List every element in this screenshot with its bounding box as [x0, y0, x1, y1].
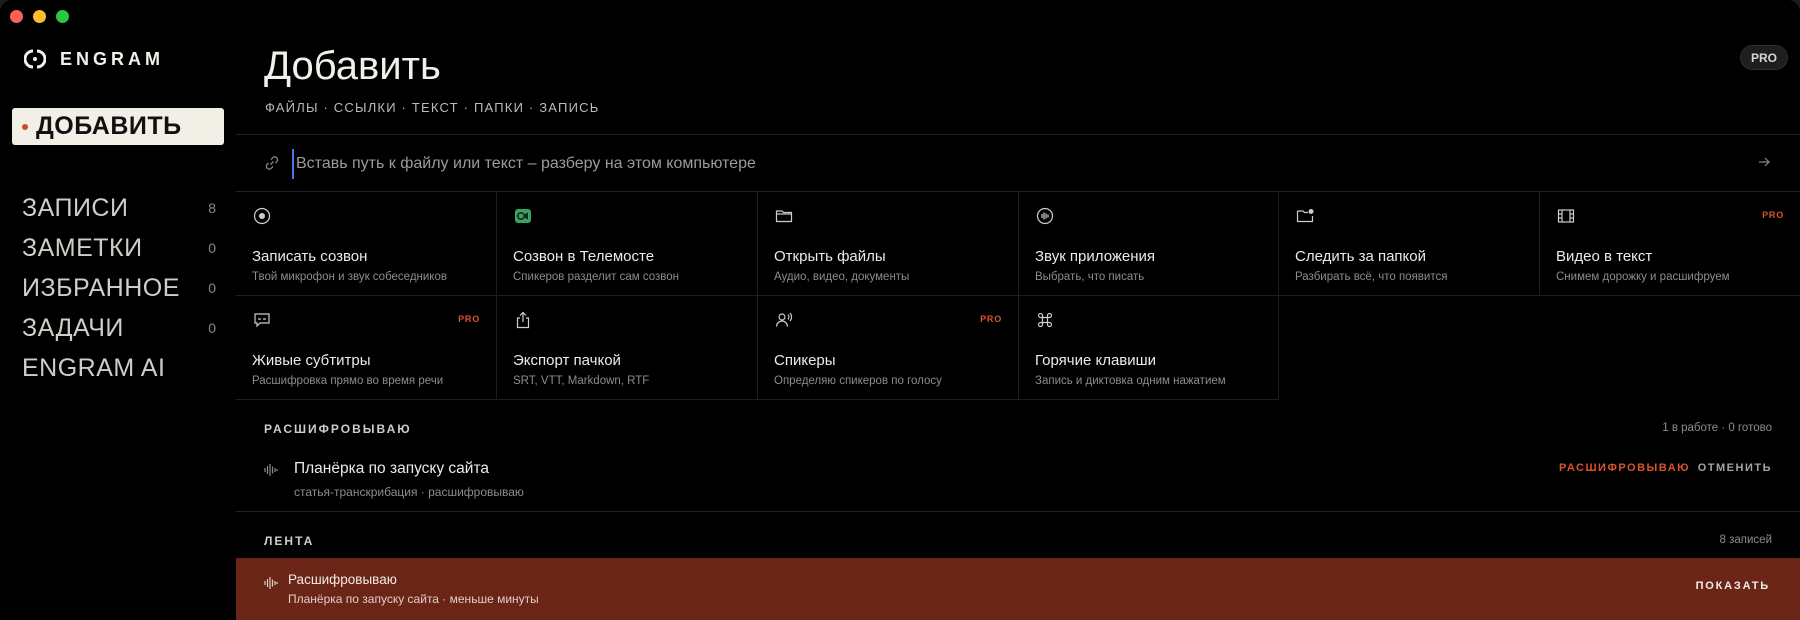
export-icon — [516, 311, 530, 329]
sidebar-item-count: 0 — [208, 280, 216, 296]
path-or-text-input[interactable] — [292, 149, 1712, 179]
toast-subtitle: Планёрка по запуску сайта · меньше минут… — [288, 592, 539, 606]
action-title: Экспорт пачкой — [513, 352, 621, 369]
action-description: SRT, VTT, Markdown, RTF — [513, 375, 650, 387]
feed-section-meta: 8 записей — [1719, 534, 1772, 546]
sidebar: ENGRAM ДОБАВИТЬ ЗАПИСИ 8 ЗАМЕТКИ 0 ИЗБРА… — [0, 0, 236, 620]
sidebar-item-tasks[interactable]: ЗАДАЧИ 0 — [22, 308, 216, 348]
job-status: РАСШИФРОВЫВАЮ — [1559, 462, 1690, 474]
sidebar-item-count: 8 — [208, 200, 216, 216]
film-icon — [1557, 209, 1575, 223]
folder-icon — [775, 210, 793, 223]
submit-arrow-icon[interactable] — [1756, 154, 1772, 170]
cancel-button[interactable]: ОТМЕНИТЬ — [1698, 462, 1772, 474]
action-title: Записать созвон — [252, 248, 368, 265]
command-icon — [1037, 312, 1053, 328]
sidebar-item-label: ЗАПИСИ — [22, 193, 129, 222]
sidebar-item-records[interactable]: ЗАПИСИ 8 — [22, 188, 216, 228]
transcribing-job[interactable]: Планёрка по запуску сайта статья-транскр… — [236, 448, 1800, 510]
sidebar-item-favorites[interactable]: ИЗБРАННОЕ 0 — [22, 268, 216, 308]
input-bar — [236, 135, 1800, 191]
action-title: Горячие клавиши — [1035, 352, 1157, 369]
action-card-live-subtitles[interactable]: PRO Живые субтитры Расшифровка прямо во … — [236, 296, 497, 400]
waveform-icon — [264, 464, 278, 476]
telemost-icon — [515, 209, 531, 223]
pro-label: PRO — [458, 314, 480, 324]
action-card-video-to-text[interactable]: PRO Видео в текст Снимем дорожку и расши… — [1540, 192, 1800, 296]
subtitles-icon — [254, 313, 270, 328]
action-description: Аудио, видео, документы — [774, 271, 910, 283]
action-card-open-files[interactable]: Открыть файлы Аудио, видео, документы — [758, 192, 1019, 296]
link-icon — [265, 156, 279, 170]
job-subtitle: статья-транскрибация · расшифровываю — [294, 485, 524, 499]
pro-badge[interactable]: PRO — [1740, 45, 1788, 70]
action-card-record-call[interactable]: Записать созвон Твой микрофон и звук соб… — [236, 192, 497, 296]
action-card-telemost-call[interactable]: Созвон в Телемосте Спикеров разделит сам… — [497, 192, 758, 296]
show-button[interactable]: ПОКАЗАТЬ — [1696, 580, 1770, 592]
transcribing-section-meta: 1 в работе · 0 готово — [1662, 422, 1772, 434]
sidebar-item-count: 0 — [208, 320, 216, 336]
action-title: Звук приложения — [1035, 248, 1156, 265]
sidebar-item-count: 0 — [208, 240, 216, 256]
action-card-watch-folder[interactable]: Следить за папкой Разбирать всё, что поя… — [1279, 192, 1540, 296]
brand-name: ENGRAM — [60, 48, 164, 69]
action-title: Видео в текст — [1556, 248, 1653, 265]
action-title: Открыть файлы — [774, 248, 886, 265]
action-title: Спикеры — [774, 352, 836, 369]
watch-folder-icon — [1296, 209, 1314, 223]
brand[interactable]: ENGRAM — [24, 48, 164, 70]
job-title: Планёрка по запуску сайта — [294, 460, 490, 477]
action-description: Запись и диктовка одним нажатием — [1035, 375, 1226, 387]
action-title: Следить за папкой — [1295, 248, 1427, 265]
action-description: Разбирать всё, что появится — [1295, 271, 1448, 283]
action-description: Выбрать, что писать — [1035, 271, 1145, 283]
action-card-batch-export[interactable]: Экспорт пачкой SRT, VTT, Markdown, RTF — [497, 296, 758, 400]
action-description: Расшифровка прямо во время речи — [252, 375, 444, 387]
action-description: Твой микрофон и звук собеседников — [252, 271, 447, 283]
action-description: Спикеров разделит сам созвон — [513, 271, 680, 283]
action-description: Определяю спикеров по голосу — [774, 375, 942, 387]
app-audio-icon — [1036, 207, 1054, 225]
pro-label: PRO — [1762, 210, 1784, 220]
feed-section-label: ЛЕНТА — [264, 534, 315, 548]
pro-label: PRO — [980, 314, 1002, 324]
app-window: ENGRAM ДОБАВИТЬ ЗАПИСИ 8 ЗАМЕТКИ 0 ИЗБРА… — [0, 0, 1800, 620]
speakers-icon — [775, 312, 793, 327]
page-title: Добавить — [264, 44, 441, 88]
sidebar-item-label: ИЗБРАННОЕ — [22, 273, 180, 302]
action-title: Живые субтитры — [252, 352, 371, 369]
sidebar-item-label: ДОБАВИТЬ — [36, 112, 182, 140]
action-card-hotkeys[interactable]: Горячие клавиши Запись и диктовка одним … — [1019, 296, 1279, 400]
transcribing-section-label: РАСШИФРОВЫВАЮ — [264, 422, 412, 436]
page-subtitle: ФАЙЛЫ · ССЫЛКИ · ТЕКСТ · ПАПКИ · ЗАПИСЬ — [265, 100, 600, 115]
engram-logo-icon — [24, 49, 46, 69]
waveform-icon — [264, 577, 278, 589]
action-title: Созвон в Телемосте — [513, 248, 655, 265]
sidebar-item-add[interactable]: ДОБАВИТЬ — [12, 108, 224, 145]
sidebar-item-engram-ai[interactable]: ENGRAM AI — [22, 348, 216, 388]
sidebar-item-notes[interactable]: ЗАМЕТКИ 0 — [22, 228, 216, 268]
action-card-speakers[interactable]: PRO Спикеры Определяю спикеров по голосу — [758, 296, 1019, 400]
transcribing-toast[interactable]: Расшифровываю Планёрка по запуску сайта … — [236, 558, 1800, 620]
record-icon — [253, 207, 271, 225]
main-content: Добавить ФАЙЛЫ · ССЫЛКИ · ТЕКСТ · ПАПКИ … — [236, 0, 1800, 620]
action-card-app-audio[interactable]: Звук приложения Выбрать, что писать — [1019, 192, 1279, 296]
divider — [236, 511, 1800, 512]
active-dot-icon — [22, 123, 28, 130]
sidebar-item-label: ЗАДАЧИ — [22, 313, 124, 342]
action-description: Снимем дорожку и расшифруем — [1556, 271, 1730, 283]
sidebar-item-label: ЗАМЕТКИ — [22, 233, 143, 262]
sidebar-nav: ЗАПИСИ 8 ЗАМЕТКИ 0 ИЗБРАННОЕ 0 ЗАДАЧИ 0 … — [22, 188, 216, 388]
toast-title: Расшифровываю — [288, 572, 397, 587]
sidebar-item-label: ENGRAM AI — [22, 353, 166, 382]
